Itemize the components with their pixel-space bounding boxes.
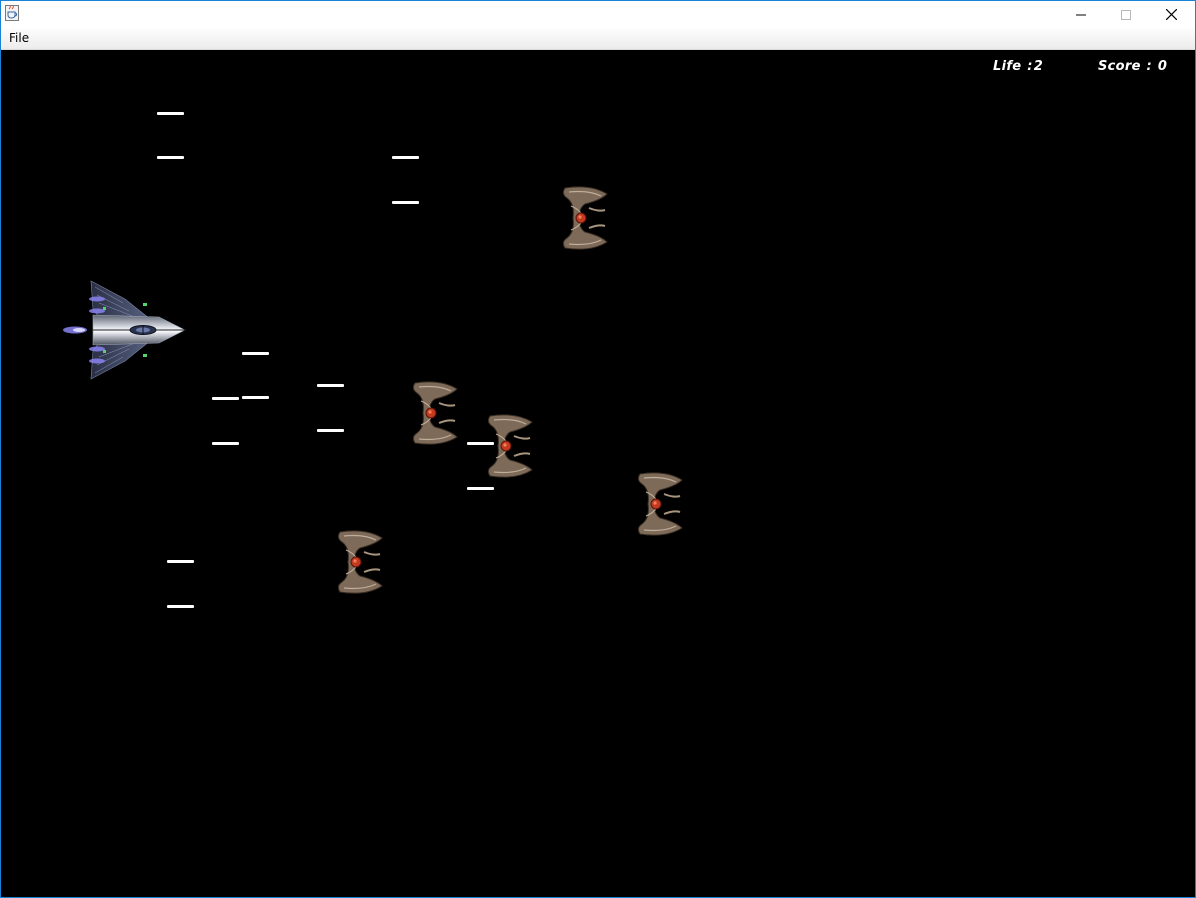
minimize-icon [1075, 5, 1086, 24]
score-value: 0 [1157, 59, 1168, 74]
close-icon [1165, 5, 1178, 24]
menu-file[interactable]: File [7, 31, 31, 45]
game-canvas[interactable]: Life :2 Score : 0 [1, 50, 1195, 897]
menu-bar: File [1, 28, 1195, 50]
player-spaceship [63, 280, 186, 380]
enemy-ship [487, 414, 533, 478]
bullet [242, 396, 269, 399]
maximize-icon [1120, 5, 1131, 24]
enemy-ship [337, 530, 383, 594]
bullet [392, 201, 419, 204]
bullet [392, 156, 419, 159]
enemy-ship [412, 381, 458, 445]
java-cup-icon [5, 5, 19, 21]
life-value: 2 [1033, 59, 1044, 74]
score-counter: Score : 0 [1098, 59, 1168, 74]
bullet [317, 429, 344, 432]
bullet [317, 384, 344, 387]
life-label: Life [993, 59, 1022, 74]
bullet [212, 442, 239, 445]
bullet [157, 112, 184, 115]
game-window: File Life :2 Score : 0 [0, 0, 1196, 898]
enemy-ship [562, 186, 608, 250]
life-counter: Life :2 [993, 59, 1044, 74]
bullet [242, 352, 269, 355]
bullet [167, 560, 194, 563]
score-label: Score [1098, 59, 1141, 74]
bullet [467, 487, 494, 490]
close-button[interactable] [1149, 1, 1194, 28]
minimize-button[interactable] [1058, 1, 1103, 28]
enemy-ship [637, 472, 683, 536]
bullet [157, 156, 184, 159]
bullet [212, 397, 239, 400]
maximize-button[interactable] [1103, 1, 1148, 28]
title-bar[interactable] [1, 1, 1195, 28]
bullet [167, 605, 194, 608]
